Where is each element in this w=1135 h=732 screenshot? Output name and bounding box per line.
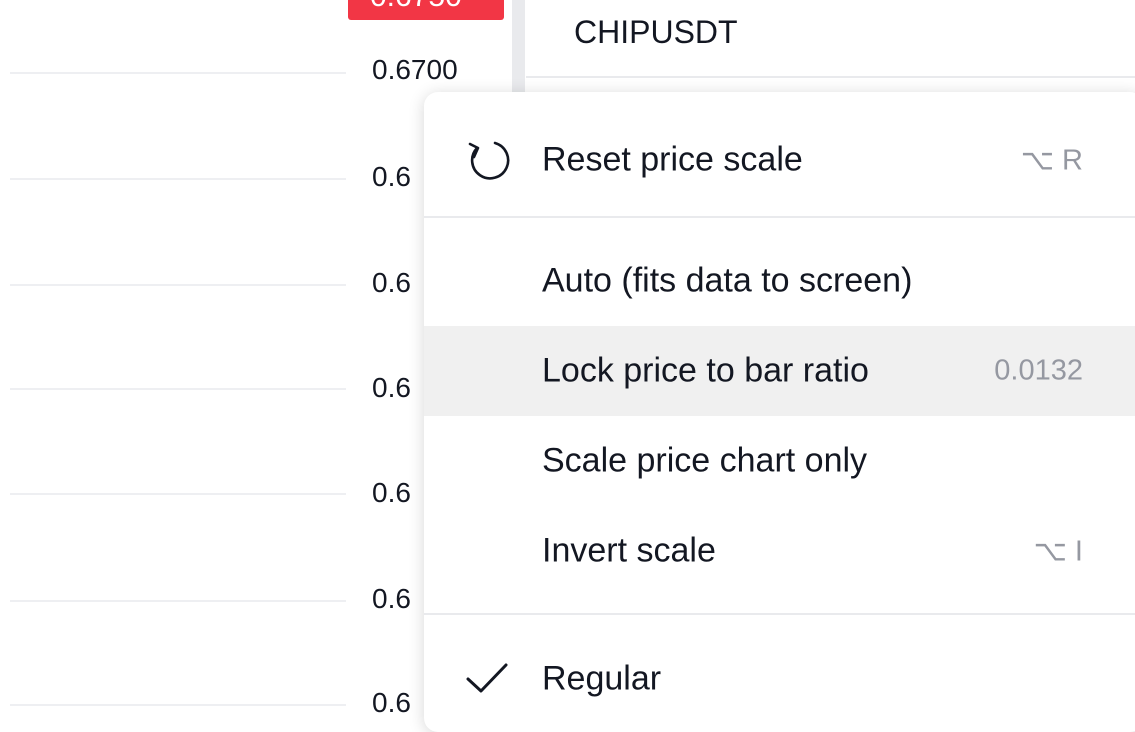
ratio-value: 0.0132	[994, 354, 1083, 387]
pane-divider[interactable]	[512, 0, 525, 100]
menu-item-label: Reset price scale	[542, 140, 803, 179]
gridline	[10, 284, 346, 286]
menu-item-label: Regular	[542, 659, 662, 698]
gridline	[10, 704, 346, 706]
menu-item-regular[interactable]: Regular	[424, 634, 1135, 724]
last-price-badge: 0.6750	[348, 0, 504, 20]
gridline	[10, 600, 346, 602]
menu-item-auto-scale[interactable]: Auto (fits data to screen)	[424, 236, 1135, 326]
price-scale-context-menu: Reset price scale ⌥ R Auto (fits data to…	[424, 92, 1135, 732]
menu-separator	[424, 613, 1135, 615]
gridline	[10, 388, 346, 390]
checkmark-icon	[466, 663, 508, 693]
menu-item-reset-price-scale[interactable]: Reset price scale ⌥ R	[424, 110, 1135, 210]
menu-item-label: Scale price chart only	[542, 441, 868, 480]
last-price-value: 0.6750	[370, 0, 462, 14]
price-axis-label: 0.6	[372, 583, 411, 614]
menu-item-label: Auto (fits data to screen)	[542, 261, 913, 300]
price-axis-label: 0.6	[372, 267, 411, 298]
menu-separator	[424, 216, 1135, 218]
symbol-name: CHIPUSDT	[574, 14, 738, 50]
price-axis-label: 0.6	[372, 161, 411, 192]
menu-item-invert-scale[interactable]: Invert scale ⌥ I	[424, 506, 1135, 596]
shortcut-hint: ⌥ I	[1033, 535, 1083, 568]
price-axis-label: 0.6	[372, 477, 411, 508]
gridline	[10, 178, 346, 180]
chart-pane[interactable]	[0, 0, 350, 708]
menu-item-scale-price-chart-only[interactable]: Scale price chart only	[424, 416, 1135, 506]
price-axis-label: 0.6	[372, 372, 411, 403]
price-axis-label: 0.6	[372, 687, 411, 718]
gridline	[10, 72, 346, 74]
price-axis-label: 0.6700	[372, 54, 458, 85]
reset-icon	[468, 141, 510, 180]
symbol-cell[interactable]: CHIPUSDT	[526, 0, 1135, 78]
gridline	[10, 493, 346, 495]
shortcut-hint: ⌥ R	[1020, 144, 1083, 177]
menu-item-label: Lock price to bar ratio	[542, 351, 869, 390]
menu-item-lock-price-to-bar-ratio[interactable]: Lock price to bar ratio 0.0132	[424, 326, 1135, 416]
menu-item-label: Invert scale	[542, 531, 716, 570]
